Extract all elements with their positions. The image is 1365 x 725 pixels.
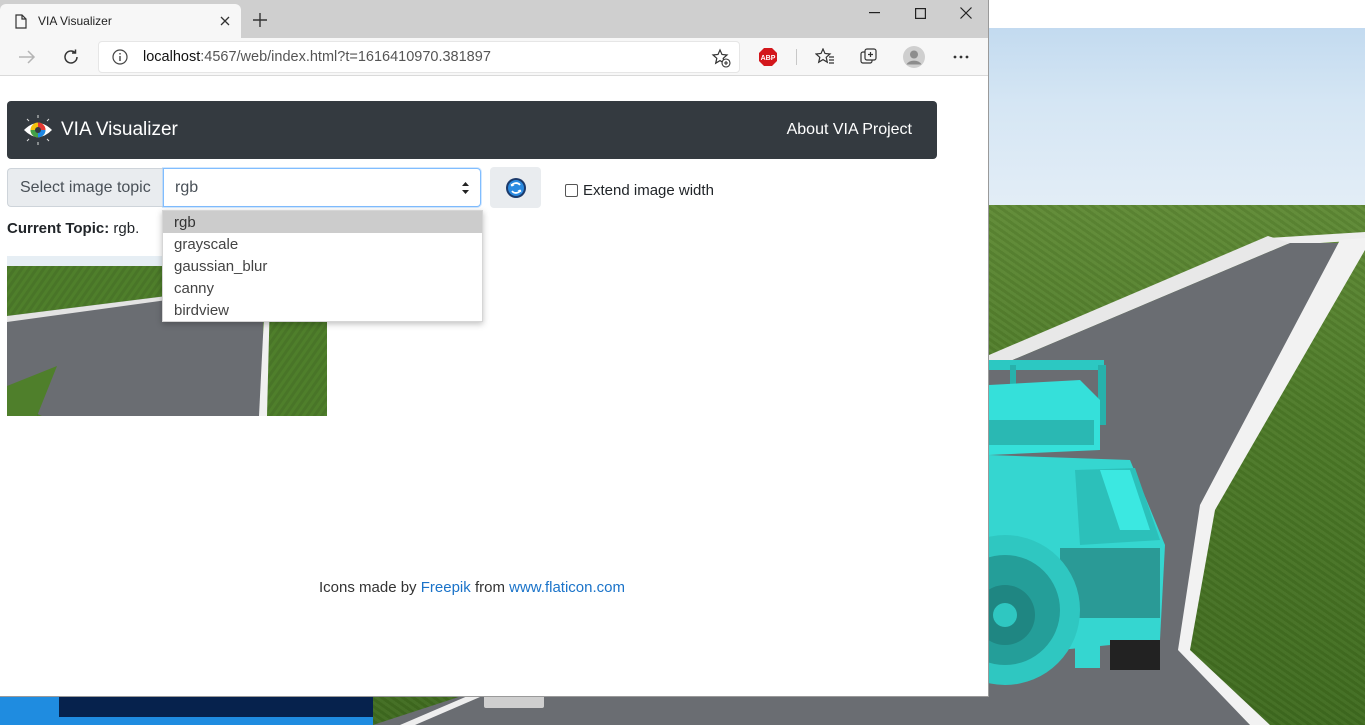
taskbar-window[interactable] <box>59 696 373 717</box>
current-topic: Current Topic: rgb. <box>7 220 139 237</box>
page-content: VIA Visualizer About VIA Project Select … <box>0 77 988 696</box>
brand-title[interactable]: VIA Visualizer <box>61 119 178 141</box>
tab-title: VIA Visualizer <box>38 14 112 28</box>
freepik-link[interactable]: Freepik <box>421 579 471 596</box>
adblock-icon[interactable]: ABP <box>756 45 780 69</box>
browser-tab[interactable]: VIA Visualizer <box>0 4 241 38</box>
topic-option-birdview[interactable]: birdview <box>163 299 482 321</box>
more-options-icon[interactable] <box>949 45 973 69</box>
profile-avatar-icon[interactable] <box>902 45 926 69</box>
svg-text:ABP: ABP <box>761 55 776 62</box>
current-topic-label: Current Topic: <box>7 220 110 237</box>
maximize-icon[interactable] <box>897 0 943 26</box>
topic-option-rgb[interactable]: rgb <box>163 211 482 233</box>
browser-toolbar: localhost:4567/web/index.html?t=16164109… <box>0 38 988 76</box>
browser-window: VIA Visualizer localhost:4567/web/index.… <box>0 0 989 697</box>
flaticon-link[interactable]: www.flaticon.com <box>509 579 625 596</box>
extend-width-label[interactable]: Extend image width <box>583 182 714 199</box>
topic-option-grayscale[interactable]: grayscale <box>163 233 482 255</box>
topic-input-group: Select image topic rgb <box>7 168 481 207</box>
close-tab-icon[interactable] <box>215 11 235 31</box>
about-link[interactable]: About VIA Project <box>787 121 912 139</box>
close-window-icon[interactable] <box>943 0 988 26</box>
selected-topic: rgb <box>175 178 199 196</box>
url-text: localhost:4567/web/index.html?t=16164109… <box>143 49 491 65</box>
current-topic-value: rgb. <box>113 220 140 237</box>
info-icon[interactable] <box>111 48 129 66</box>
topic-select[interactable]: rgb <box>163 168 481 207</box>
app-navbar: VIA Visualizer About VIA Project <box>7 101 937 159</box>
taskbar-item[interactable] <box>484 696 544 708</box>
eye-logo-icon[interactable] <box>22 114 54 146</box>
credits-middle: from <box>474 579 505 596</box>
credits-prefix: Icons made by <box>319 579 417 596</box>
select-topic-label: Select image topic <box>7 168 163 207</box>
extend-width-option[interactable]: Extend image width <box>565 182 714 199</box>
reload-icon[interactable] <box>59 45 83 69</box>
toolbar-separator <box>796 49 797 65</box>
collections-icon[interactable] <box>857 45 881 69</box>
topic-option-gaussian-blur[interactable]: gaussian_blur <box>163 255 482 277</box>
topic-dropdown-list: rgb grayscale gaussian_blur canny birdvi… <box>162 210 483 322</box>
forward-icon[interactable] <box>15 45 39 69</box>
page-icon <box>13 13 29 29</box>
tab-strip: VIA Visualizer <box>0 0 988 38</box>
topic-option-canny[interactable]: canny <box>163 277 482 299</box>
select-arrows-icon <box>462 182 469 194</box>
address-bar[interactable]: localhost:4567/web/index.html?t=16164109… <box>98 41 740 73</box>
credits-footer: Icons made by Freepik from www.flaticon.… <box>0 579 944 596</box>
extend-width-checkbox[interactable] <box>565 184 578 197</box>
new-tab-icon[interactable] <box>248 8 272 32</box>
minimize-icon[interactable] <box>851 0 897 26</box>
refresh-icon <box>505 177 526 198</box>
refresh-button[interactable] <box>490 167 541 208</box>
favorites-icon[interactable] <box>813 45 837 69</box>
add-favorite-icon[interactable] <box>711 48 731 68</box>
